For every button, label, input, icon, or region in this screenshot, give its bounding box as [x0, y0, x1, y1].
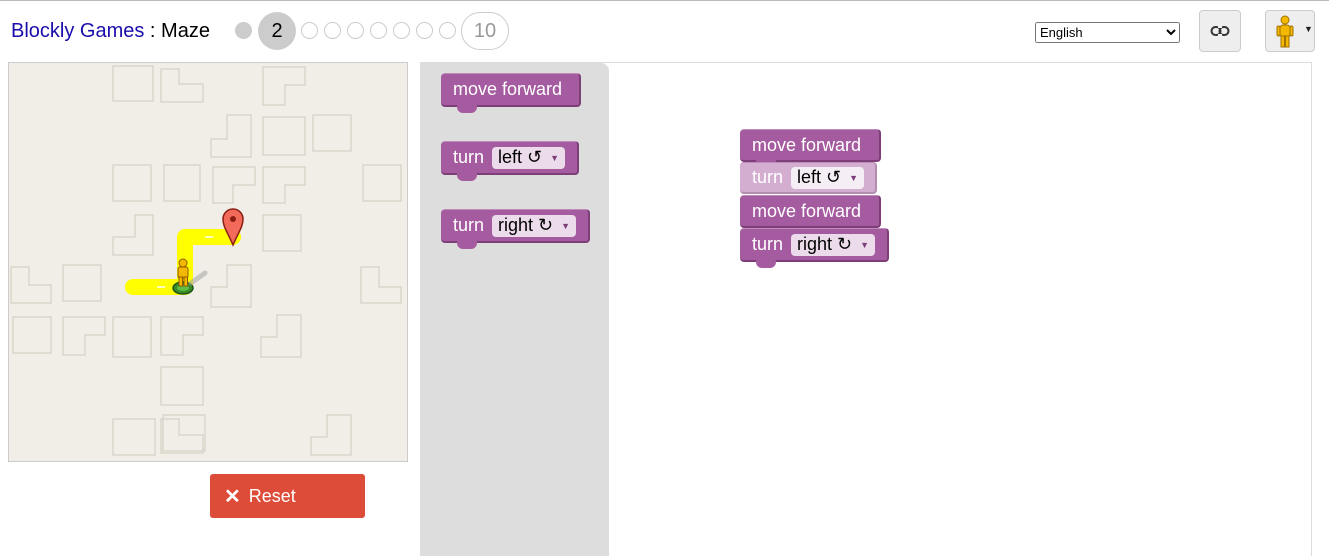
level-5-link[interactable] — [347, 22, 364, 39]
program-turn-right-block[interactable]: turn right ↻ ▼ — [740, 228, 889, 268]
dropdown-arrow-icon: ▼ — [849, 172, 859, 183]
direction-dropdown[interactable]: left ↺ ▼ — [791, 166, 865, 189]
block-label: turn — [752, 234, 784, 254]
pegman-menu-button[interactable]: ▼ — [1265, 10, 1315, 52]
direction-dropdown[interactable]: right ↻ ▼ — [492, 214, 577, 237]
toolbox-move-forward-block[interactable]: move forward — [441, 73, 581, 113]
toolbox-turn-right-block[interactable]: turn right ↻ ▼ — [441, 209, 590, 249]
level-2-current: 2 — [258, 12, 296, 50]
blockly-workspace[interactable]: move forward turn left ↺ ▼ turn right ↻ ▼ … — [420, 62, 1312, 556]
title-separator: : — [144, 20, 162, 42]
block-label: turn — [752, 167, 784, 187]
dropdown-arrow-icon: ▼ — [860, 239, 870, 250]
page-title: Blockly Games : Maze — [11, 20, 210, 43]
dropdown-value: right ↻ — [797, 234, 853, 254]
dropdown-arrow-icon: ▼ — [561, 220, 571, 231]
level-8-link[interactable] — [416, 22, 433, 39]
level-3-link[interactable] — [301, 22, 318, 39]
level-10-link[interactable]: 10 — [461, 12, 509, 50]
program-move-forward-block-2[interactable]: move forward — [740, 195, 881, 228]
home-link[interactable]: Blockly Games — [11, 20, 144, 42]
dropdown-value: left ↺ — [498, 147, 543, 167]
language-select[interactable]: English — [1035, 22, 1180, 43]
block-label: move forward — [453, 79, 563, 99]
dropdown-arrow-icon: ▼ — [1304, 24, 1313, 34]
level-6-link[interactable] — [370, 22, 387, 39]
direction-dropdown[interactable]: left ↺ ▼ — [492, 146, 566, 169]
link-icon — [1210, 25, 1230, 37]
block-label: turn — [453, 147, 485, 167]
direction-dropdown[interactable]: right ↻ ▼ — [791, 233, 876, 256]
toolbox-turn-left-block[interactable]: turn left ↺ ▼ — [441, 141, 579, 181]
game-name: Maze — [161, 20, 210, 42]
level-9-link[interactable] — [439, 22, 456, 39]
level-7-link[interactable] — [393, 22, 410, 39]
program-move-forward-block[interactable]: move forward — [740, 129, 881, 168]
dropdown-arrow-icon: ▼ — [550, 152, 560, 163]
dropdown-value: left ↺ — [797, 167, 842, 187]
maze-svg — [10, 65, 402, 456]
pegman-icon — [1276, 15, 1294, 48]
block-label: turn — [453, 215, 485, 235]
block-label: move forward — [752, 134, 862, 155]
level-1-link[interactable] — [235, 22, 252, 39]
dropdown-value: right ↻ — [498, 215, 554, 235]
reset-button[interactable]: ✕ Reset — [210, 474, 365, 518]
program-turn-left-block[interactable]: turn left ↺ ▼ — [740, 162, 877, 194]
toolbox-flyout: move forward turn left ↺ ▼ turn right ↻ ▼ — [421, 63, 609, 556]
level-4-link[interactable] — [324, 22, 341, 39]
close-icon: ✕ — [224, 485, 241, 508]
top-bar: Blockly Games : Maze 2 10 English ▼ — [0, 1, 1329, 61]
block-label: move forward — [752, 200, 862, 221]
maze-display — [8, 62, 408, 462]
link-button[interactable] — [1199, 10, 1241, 52]
reset-label: Reset — [248, 485, 296, 506]
